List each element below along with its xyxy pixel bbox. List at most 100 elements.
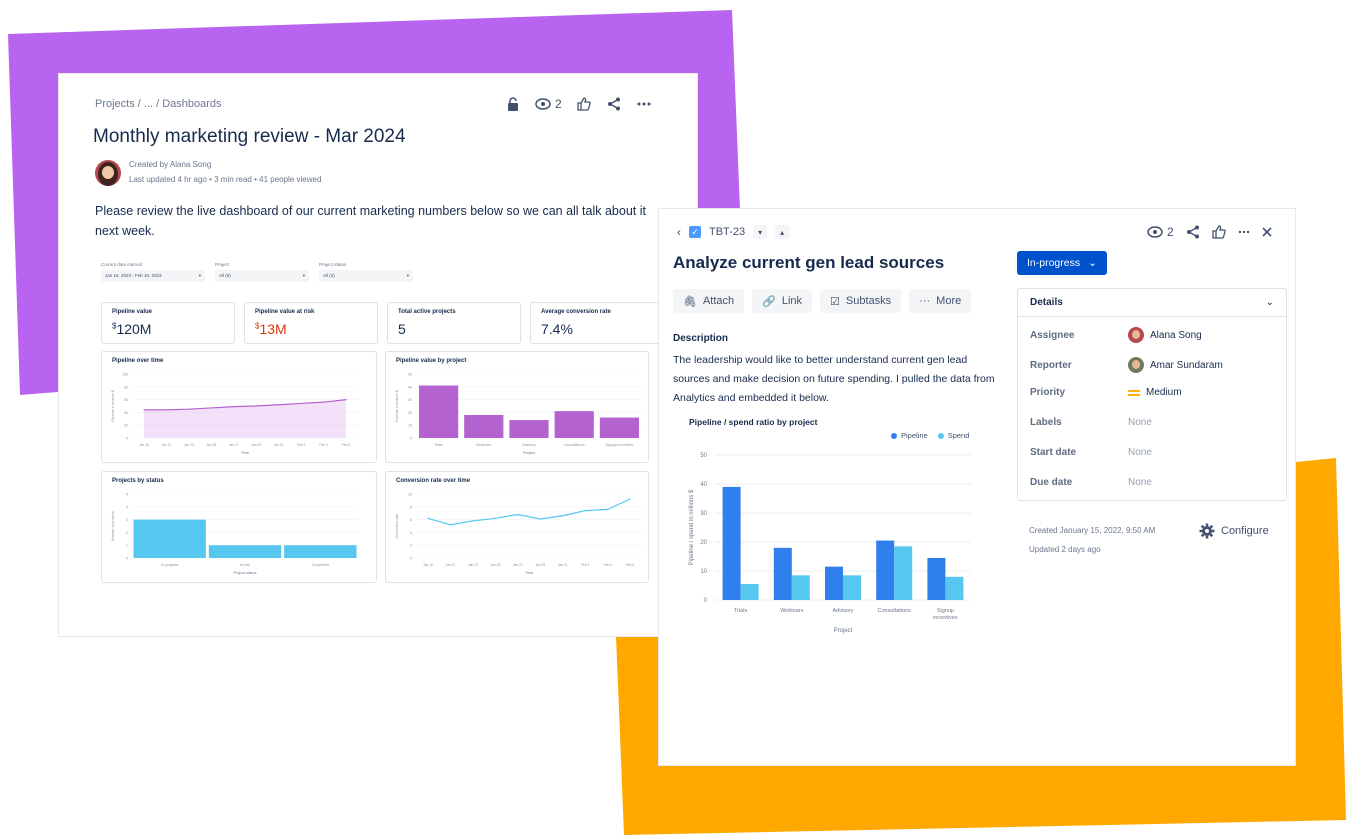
x-tick-label: Webinars: [476, 443, 491, 447]
y-tick-label: 10: [700, 569, 707, 575]
configure-label: Configure: [1221, 525, 1269, 537]
data-point: [562, 515, 564, 517]
data-point: [188, 408, 190, 410]
detail-row-reporter[interactable]: Reporter Amar Sundaram: [1030, 357, 1223, 373]
filter-value: All (5): [219, 273, 231, 278]
chart-projects-by-status[interactable]: 5 4 3 2 1 0 Number of projects In progress At ri…: [101, 471, 377, 583]
kpi-active-projects: Total active projects 5: [387, 302, 521, 344]
updated-date: Updated 2 days ago: [1029, 545, 1101, 554]
data-point: [517, 513, 519, 516]
data-point: [255, 405, 257, 407]
description-text[interactable]: The leadership would like to better unde…: [673, 351, 999, 408]
chart-pipeline-by-project[interactable]: 50 40 30 20 10 0 Pipeline in millions $ Trials W…: [385, 351, 649, 463]
detail-value: None: [1128, 477, 1152, 488]
detail-row-labels[interactable]: Labels None: [1030, 417, 1152, 428]
chevron-down-icon[interactable]: ▾: [753, 225, 768, 239]
kpi-number: 7.4%: [541, 321, 573, 337]
kpi-row: Pipeline value $120M Pipeline value at r…: [101, 302, 664, 344]
x-tick-label: Advisory: [832, 608, 853, 614]
close-icon[interactable]: [1262, 227, 1272, 237]
filter-project-status[interactable]: Project status All (3) ▾: [319, 262, 413, 282]
kpi-label: Pipeline value at risk: [255, 309, 315, 315]
subtasks-button[interactable]: ☑ Subtasks: [820, 289, 902, 313]
x-tick-label: Jan 31: [274, 443, 284, 447]
kpi-value: $13M: [255, 321, 367, 337]
data-point: [606, 508, 609, 510]
x-axis-label: Time: [525, 571, 533, 575]
bar: [133, 519, 206, 558]
bar-pipeline: [825, 566, 843, 600]
x-axis-label: Time: [241, 451, 249, 455]
issue-key[interactable]: TBT-23: [709, 226, 745, 238]
legend-label: Pipeline: [901, 431, 928, 440]
x-tick-label: Feb 2: [581, 563, 590, 567]
more-label: More: [936, 295, 962, 307]
legend-label: Spend: [947, 431, 970, 440]
chevron-down-icon: ⌄: [1088, 257, 1097, 269]
y-tick-label: 2: [410, 544, 412, 548]
priority-value: Medium: [1146, 387, 1182, 398]
data-point: [233, 406, 235, 408]
details-header[interactable]: Details ⌄: [1018, 289, 1286, 317]
y-axis-label: Conversion rate: [395, 514, 399, 539]
subtasks-label: Subtasks: [845, 295, 892, 307]
intro-text: Please review the live dashboard of our …: [95, 204, 646, 238]
link-button[interactable]: 🔗 Link: [752, 289, 813, 313]
y-tick-label: 40: [700, 482, 707, 488]
kpi-label: Pipeline value: [112, 309, 153, 315]
detail-row-due-date[interactable]: Due date None: [1030, 477, 1152, 488]
more-icon[interactable]: [636, 96, 652, 112]
y-tick-label: 50: [408, 373, 412, 377]
issue-breadcrumb: ‹ ✓ TBT-23 ▾ ▴: [677, 225, 790, 239]
breadcrumb[interactable]: Projects / ... / Dashboards: [95, 98, 222, 110]
detail-row-start-date[interactable]: Start date None: [1030, 447, 1152, 458]
bar-pipeline: [773, 547, 792, 600]
watchers-button[interactable]: 2: [535, 97, 562, 111]
legend-item-spend: Spend: [937, 431, 970, 440]
watchers-count: 2: [555, 97, 562, 111]
watchers-count: 2: [1167, 225, 1174, 239]
share-icon[interactable]: [606, 96, 622, 112]
chart-title: Pipeline / spend ratio by project: [689, 417, 818, 427]
chevron-up-icon[interactable]: ▴: [775, 225, 790, 239]
kpi-conversion-rate: Average conversion rate 7.4%: [530, 302, 664, 344]
filter-date-interval[interactable]: Current date interval Jan 16, 2023 - Feb…: [101, 262, 205, 282]
configure-button[interactable]: Configure: [1199, 523, 1269, 539]
watchers-button[interactable]: 2: [1147, 225, 1174, 239]
like-icon[interactable]: [576, 96, 592, 112]
chart-pipeline-over-time[interactable]: 100 80 60 40 20 0 Pipeline in millions $ Jan 16…: [101, 351, 377, 463]
detail-row-priority[interactable]: Priority Medium: [1030, 387, 1182, 398]
y-tick-label: 0: [126, 437, 128, 441]
x-tick-label: Jan 31: [558, 563, 568, 567]
more-button[interactable]: ··· More: [909, 289, 972, 313]
bar-spend: [843, 575, 861, 600]
lock-icon[interactable]: [505, 96, 521, 112]
kpi-value: $120M: [112, 321, 224, 337]
x-axis-label: Project status: [233, 571, 256, 575]
status-dropdown[interactable]: In-progress ⌄: [1017, 251, 1107, 275]
y-tick-label: 0: [704, 598, 708, 604]
attach-button[interactable]: 🖇 Attach: [673, 289, 745, 313]
x-tick-label: Jan 21: [161, 443, 171, 447]
filter-project[interactable]: Project All (5) ▾: [215, 262, 309, 282]
more-icon[interactable]: [1238, 230, 1250, 234]
y-tick-label: 80: [124, 385, 128, 389]
y-tick-label: 30: [408, 398, 412, 402]
share-icon[interactable]: [1186, 225, 1200, 239]
bar-pipeline: [876, 540, 895, 600]
detail-label: Assignee: [1030, 329, 1075, 341]
y-axis-label: Pipeline / spend in millions $: [689, 489, 695, 565]
detail-row-assignee[interactable]: Assignee Alana Song: [1030, 327, 1202, 343]
attach-label: Attach: [702, 295, 735, 307]
data-point: [539, 518, 541, 520]
paperclip-icon: 🖇: [683, 295, 697, 308]
chart-conversion-over-time[interactable]: 10 8 6 4 2 0 Conversion rate Jan 16 Jan 21 Jan 23…: [385, 471, 649, 583]
filter-value: All (3): [323, 273, 335, 278]
like-icon[interactable]: [1212, 225, 1226, 239]
author-avatar[interactable]: [95, 160, 121, 186]
bar: [284, 545, 357, 558]
pipeline-spend-chart[interactable]: 50 40 30 20 10 0 Trials Webinars Advisory Consult…: [681, 445, 981, 645]
detail-value: None: [1128, 417, 1152, 428]
issue-title[interactable]: Analyze current gen lead sources: [673, 253, 944, 273]
chevron-left-icon[interactable]: ‹: [677, 225, 681, 239]
